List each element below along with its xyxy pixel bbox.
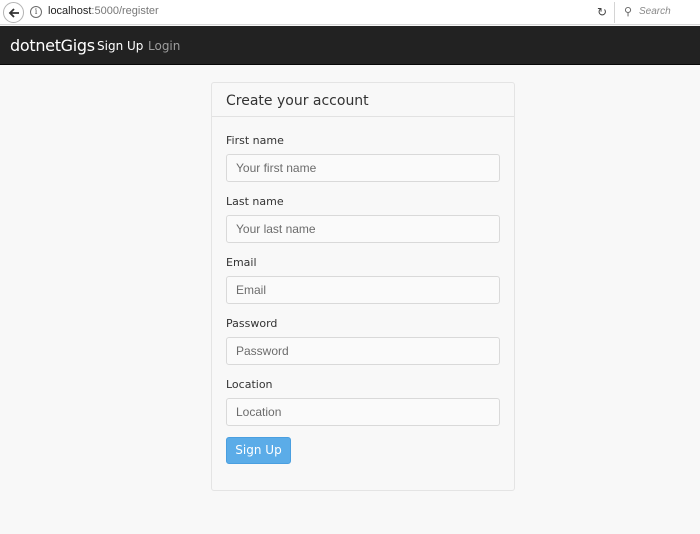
email-label: Email bbox=[226, 256, 257, 269]
brand-link[interactable]: dotnetGigs bbox=[10, 36, 95, 55]
signup-submit-button[interactable]: Sign Up bbox=[226, 437, 291, 464]
url-path: :5000/register bbox=[91, 5, 159, 17]
location-input[interactable] bbox=[226, 398, 500, 426]
reload-icon[interactable]: ↻ bbox=[597, 5, 607, 19]
browser-search-placeholder: Search bbox=[639, 6, 671, 17]
back-button[interactable] bbox=[3, 2, 24, 23]
address-bar[interactable]: localhost:5000/register bbox=[48, 5, 159, 17]
search-icon: ⚲ bbox=[624, 5, 633, 18]
email-input[interactable] bbox=[226, 276, 500, 304]
last-name-label: Last name bbox=[226, 195, 284, 208]
arrow-left-icon bbox=[8, 8, 19, 18]
browser-search-box[interactable]: ⚲ Search bbox=[617, 2, 700, 23]
last-name-input[interactable] bbox=[226, 215, 500, 243]
register-card: Create your account First name Last name… bbox=[211, 82, 515, 491]
password-input[interactable] bbox=[226, 337, 500, 365]
location-label: Location bbox=[226, 378, 273, 391]
nav-signup-link[interactable]: Sign Up bbox=[97, 39, 143, 53]
first-name-label: First name bbox=[226, 134, 284, 147]
info-icon[interactable]: i bbox=[30, 6, 42, 18]
card-header: Create your account bbox=[212, 83, 514, 117]
navbar: dotnetGigs Sign Up Login bbox=[0, 26, 700, 65]
browser-toolbar: i localhost:5000/register ↻ ⚲ Search bbox=[0, 0, 700, 25]
nav-login-link[interactable]: Login bbox=[148, 39, 180, 53]
first-name-input[interactable] bbox=[226, 154, 500, 182]
password-label: Password bbox=[226, 317, 278, 330]
form-title: Create your account bbox=[226, 93, 369, 109]
toolbar-divider bbox=[614, 2, 615, 23]
url-host: localhost bbox=[48, 5, 92, 17]
